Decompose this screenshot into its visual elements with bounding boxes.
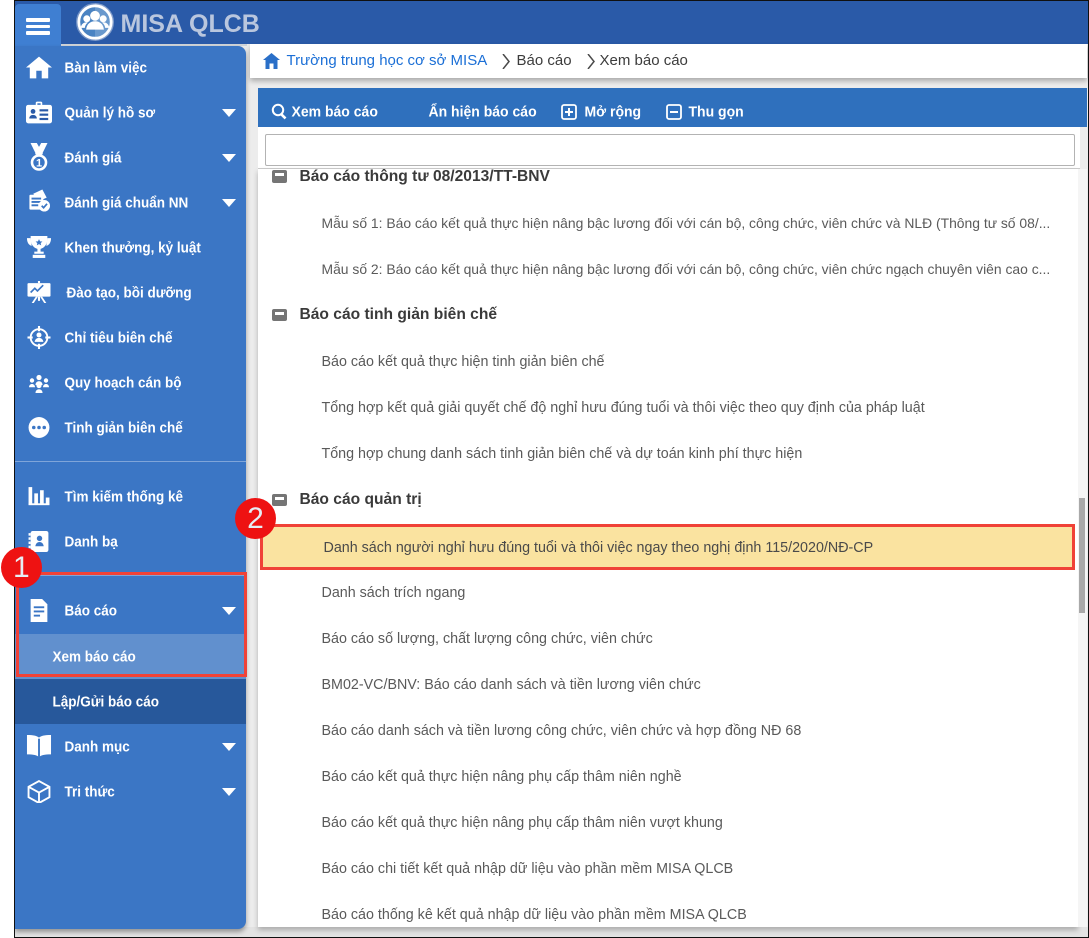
svg-text:1: 1 xyxy=(35,157,41,169)
